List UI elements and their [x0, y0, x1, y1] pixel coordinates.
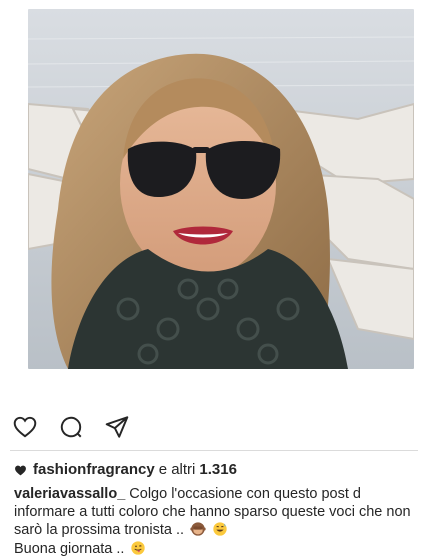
comment-icon [60, 416, 82, 438]
likes-count[interactable]: 1.316 [199, 460, 237, 480]
like-button[interactable] [10, 412, 40, 442]
heart-small-icon [15, 465, 26, 475]
comment-button[interactable] [56, 412, 86, 442]
post-photo[interactable] [28, 9, 414, 369]
likes-summary: fashionfragrancy e altri 1.316 [14, 460, 416, 480]
likes-connector: e altri [158, 461, 196, 478]
caption: valeriavassallo_ Colgo l'occasione con q… [14, 485, 416, 539]
monkey-emoji-icon [190, 522, 206, 536]
caption-closing-text: Buona giornata .. [14, 541, 125, 557]
caption-second-line: Buona giornata .. [14, 540, 146, 558]
divider [10, 450, 418, 451]
share-icon [105, 416, 129, 438]
like-icon [13, 416, 37, 438]
sweat-smile-emoji-icon [213, 522, 227, 536]
liker-username[interactable]: fashionfragrancy [33, 460, 155, 480]
tongue-emoji-icon [131, 541, 146, 555]
share-button[interactable] [102, 412, 132, 442]
caption-username[interactable]: valeriavassallo_ [14, 486, 125, 502]
caption-text-suffix: .. [175, 522, 185, 538]
post-actions-bar [10, 412, 132, 442]
